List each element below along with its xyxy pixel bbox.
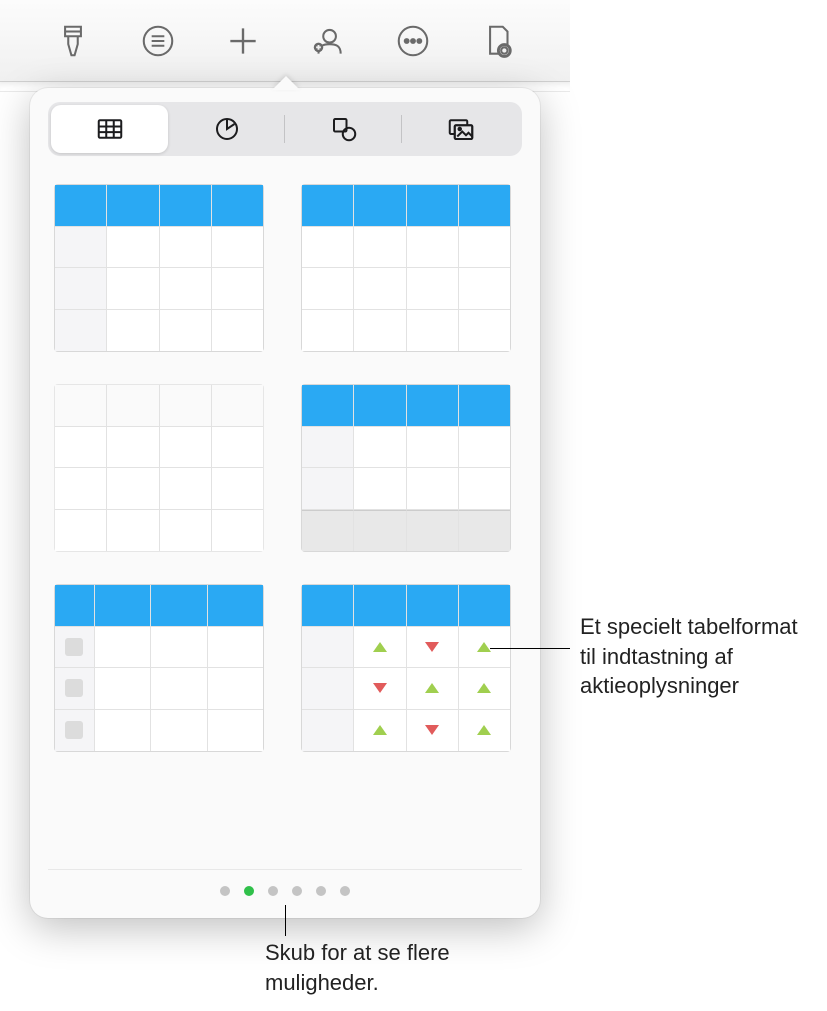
tab-shapes[interactable]	[285, 105, 402, 153]
collaborate-icon	[309, 22, 347, 60]
shapes-icon	[329, 114, 359, 144]
more-icon	[394, 22, 432, 60]
insert-plus-icon	[224, 22, 262, 60]
list-button[interactable]	[137, 20, 179, 62]
callout-pager: Skub for at se flere muligheder.	[265, 938, 525, 997]
document-settings-icon	[479, 22, 517, 60]
callout-line	[285, 905, 286, 935]
page-dot[interactable]	[268, 886, 278, 896]
stock-up-icon	[477, 642, 491, 652]
table-icon	[95, 114, 125, 144]
stock-down-icon	[425, 725, 439, 735]
page-dot[interactable]	[244, 886, 254, 896]
format-brush-button[interactable]	[52, 20, 94, 62]
stock-up-icon	[477, 683, 491, 693]
collaborate-button[interactable]	[307, 20, 349, 62]
table-style-option[interactable]	[301, 184, 511, 352]
insert-popover	[30, 88, 540, 918]
stock-up-icon	[373, 642, 387, 652]
page-dot[interactable]	[340, 886, 350, 896]
callout-stock-table: Et specielt tabelformat til indtastning …	[580, 612, 810, 701]
stock-down-icon	[373, 683, 387, 693]
page-dot[interactable]	[220, 886, 230, 896]
format-brush-icon	[54, 22, 92, 60]
more-button[interactable]	[392, 20, 434, 62]
media-icon	[446, 114, 476, 144]
callout-line	[285, 935, 286, 936]
stock-up-icon	[425, 683, 439, 693]
stock-up-icon	[477, 725, 491, 735]
main-toolbar	[0, 0, 570, 82]
tab-charts[interactable]	[168, 105, 285, 153]
stock-up-icon	[373, 725, 387, 735]
table-style-option[interactable]	[301, 384, 511, 552]
insert-button[interactable]	[222, 20, 264, 62]
insert-category-segmented	[48, 102, 522, 156]
page-dot[interactable]	[292, 886, 302, 896]
stock-down-icon	[425, 642, 439, 652]
document-settings-button[interactable]	[477, 20, 519, 62]
chart-icon	[212, 114, 242, 144]
pager-dots[interactable]	[48, 869, 522, 896]
checkbox-icon	[65, 679, 83, 697]
checkbox-icon	[65, 721, 83, 739]
page-dot[interactable]	[316, 886, 326, 896]
table-style-option[interactable]	[54, 184, 264, 352]
tab-tables[interactable]	[51, 105, 168, 153]
tab-media[interactable]	[402, 105, 519, 153]
table-style-option[interactable]	[54, 584, 264, 752]
table-style-stocks[interactable]	[301, 584, 511, 752]
checkbox-icon	[65, 638, 83, 656]
table-styles-grid	[48, 184, 522, 752]
callout-line	[490, 648, 570, 649]
list-icon	[139, 22, 177, 60]
table-style-option[interactable]	[54, 384, 264, 552]
